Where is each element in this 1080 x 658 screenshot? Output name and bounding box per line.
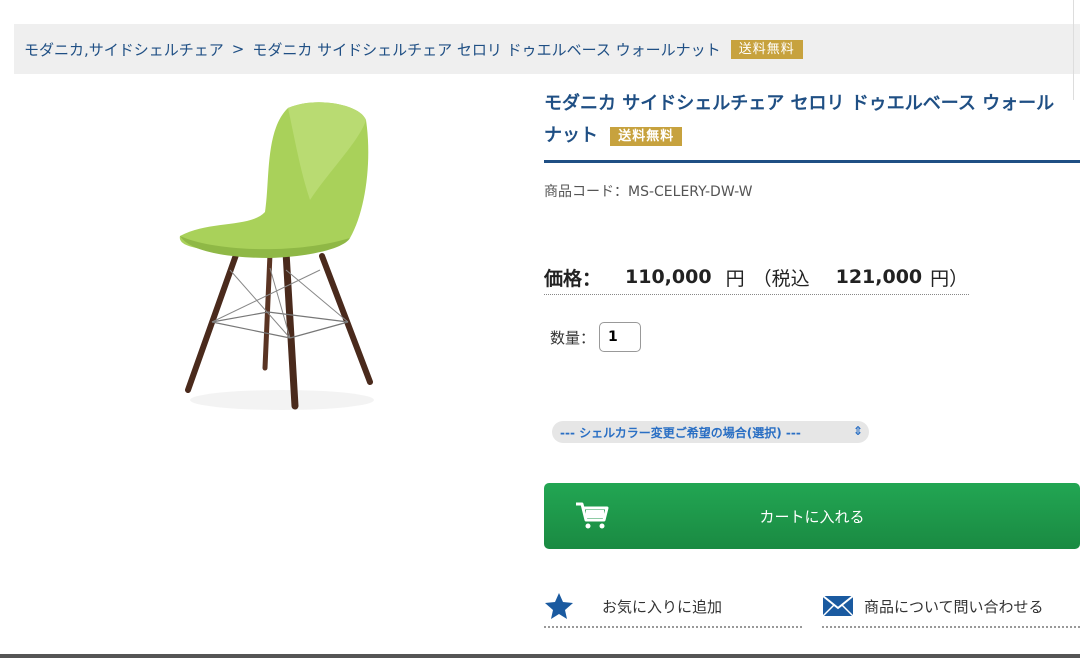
price-label: 価格： <box>544 267 602 290</box>
quantity-row: 数量： <box>550 322 642 352</box>
free-shipping-badge: 送料無料 <box>730 39 803 59</box>
product-image <box>179 102 374 410</box>
quantity-input[interactable] <box>599 322 642 352</box>
breadcrumb-product-link[interactable]: モダニカ サイドシェルチェア セロリ ドゥエルベース ウォールナット <box>252 39 720 60</box>
product-title: モダニカ サイドシェルチェア セロリ ドゥエルベース ウォール ナット 送料無料 <box>544 88 1080 160</box>
product-code: 商品コード：MS-CELERY-DW-W <box>544 184 753 200</box>
scrollbar-edge <box>1073 0 1080 100</box>
price-value: 110,000 <box>625 266 712 288</box>
envelope-icon <box>822 595 854 617</box>
tax-price-unit: 円） <box>930 267 969 290</box>
breadcrumb: モダニカ,サイドシェルチェア > モダニカ サイドシェルチェア セロリ ドゥエル… <box>14 24 1080 74</box>
title-free-shipping-badge: 送料無料 <box>610 126 683 146</box>
select-arrows-icon: ⇕ <box>852 424 863 438</box>
add-to-cart-label: カートに入れる <box>759 507 865 526</box>
star-icon <box>545 593 573 619</box>
product-inquiry-link[interactable]: 商品について問い合わせる <box>822 586 1080 628</box>
add-favorite-link[interactable]: お気に入りに追加 <box>544 586 802 628</box>
tax-price-value: 121,000 <box>835 266 923 288</box>
bottom-edge <box>0 654 1080 658</box>
product-title-line2: ナット <box>544 125 598 146</box>
cart-icon <box>576 502 609 529</box>
shell-color-select-value: --- シェルカラー変更ご希望の場合(選択) --- <box>560 425 801 440</box>
title-divider <box>544 160 1080 163</box>
add-to-cart-button[interactable]: カートに入れる <box>544 483 1080 549</box>
shell-color-select[interactable]: --- シェルカラー変更ご希望の場合(選択) --- ⇕ <box>552 421 869 443</box>
product-title-line1: モダニカ サイドシェルチェア セロリ ドゥエルベース ウォール <box>544 93 1055 114</box>
price-unit: 円 <box>725 267 745 290</box>
add-favorite-label: お気に入りに追加 <box>602 597 723 616</box>
price-row: 価格： 110,000 円 （税込 121,000 円） <box>544 260 969 295</box>
tax-label: （税込 <box>752 267 810 290</box>
breadcrumb-separator: > <box>231 40 245 58</box>
product-title-area: モダニカ サイドシェルチェア セロリ ドゥエルベース ウォール ナット 送料無料 <box>544 88 1080 163</box>
quantity-label: 数量： <box>550 328 596 347</box>
product-inquiry-label: 商品について問い合わせる <box>864 597 1044 616</box>
breadcrumb-category-link[interactable]: モダニカ,サイドシェルチェア <box>24 39 224 60</box>
